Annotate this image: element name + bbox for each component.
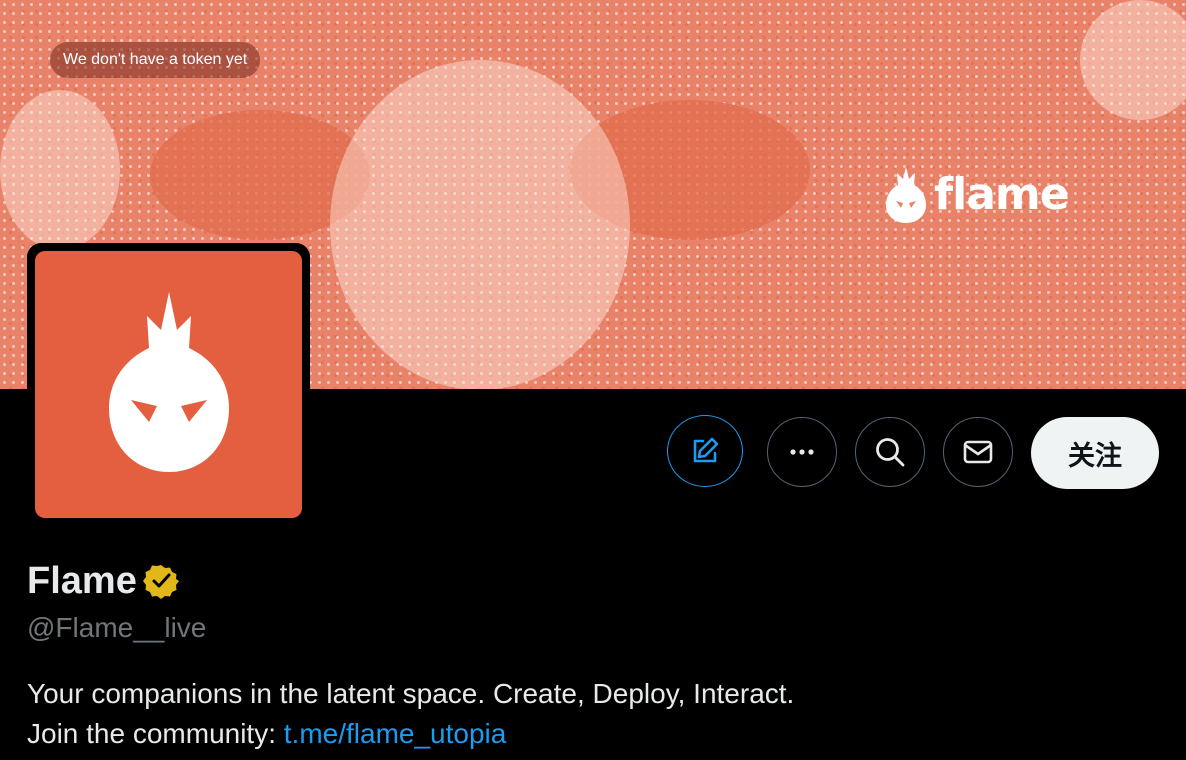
follow-button[interactable]: 关注 [1031,417,1159,489]
more-options-button[interactable] [767,417,837,487]
flame-logo-icon [108,291,229,472]
more-dots-icon [790,449,814,455]
user-handle: @Flame__live [27,612,207,643]
avatar-image [35,251,302,518]
banner-highlight [1080,0,1186,120]
banner-highlight [0,90,120,250]
search-button[interactable] [855,417,925,487]
token-notice-pill: We don't have a token yet [50,42,261,78]
profile-avatar[interactable] [27,243,310,526]
community-link[interactable]: t.me/flame_utopia [284,718,507,749]
verified-badge-icon[interactable] [142,563,179,599]
search-icon [876,438,905,467]
edit-button[interactable] [667,415,743,487]
mail-icon [963,440,993,464]
display-name: Flame [27,559,137,602]
message-button[interactable] [943,417,1013,487]
profile-bio: Your companions in the latent space. Cre… [27,674,794,754]
banner-logo: flame [884,165,1070,225]
bio-community-label: Join the community: [27,718,284,749]
flame-logo-icon [886,167,926,223]
bio-line: Your companions in the latent space. Cre… [27,678,795,709]
bio-line: Join the community: t.me/flame_utopia [27,714,794,754]
banner-logo-text: flame [934,169,1070,220]
banner-highlight [330,60,630,389]
edit-icon [693,437,719,463]
name-row: Flame [27,558,179,604]
